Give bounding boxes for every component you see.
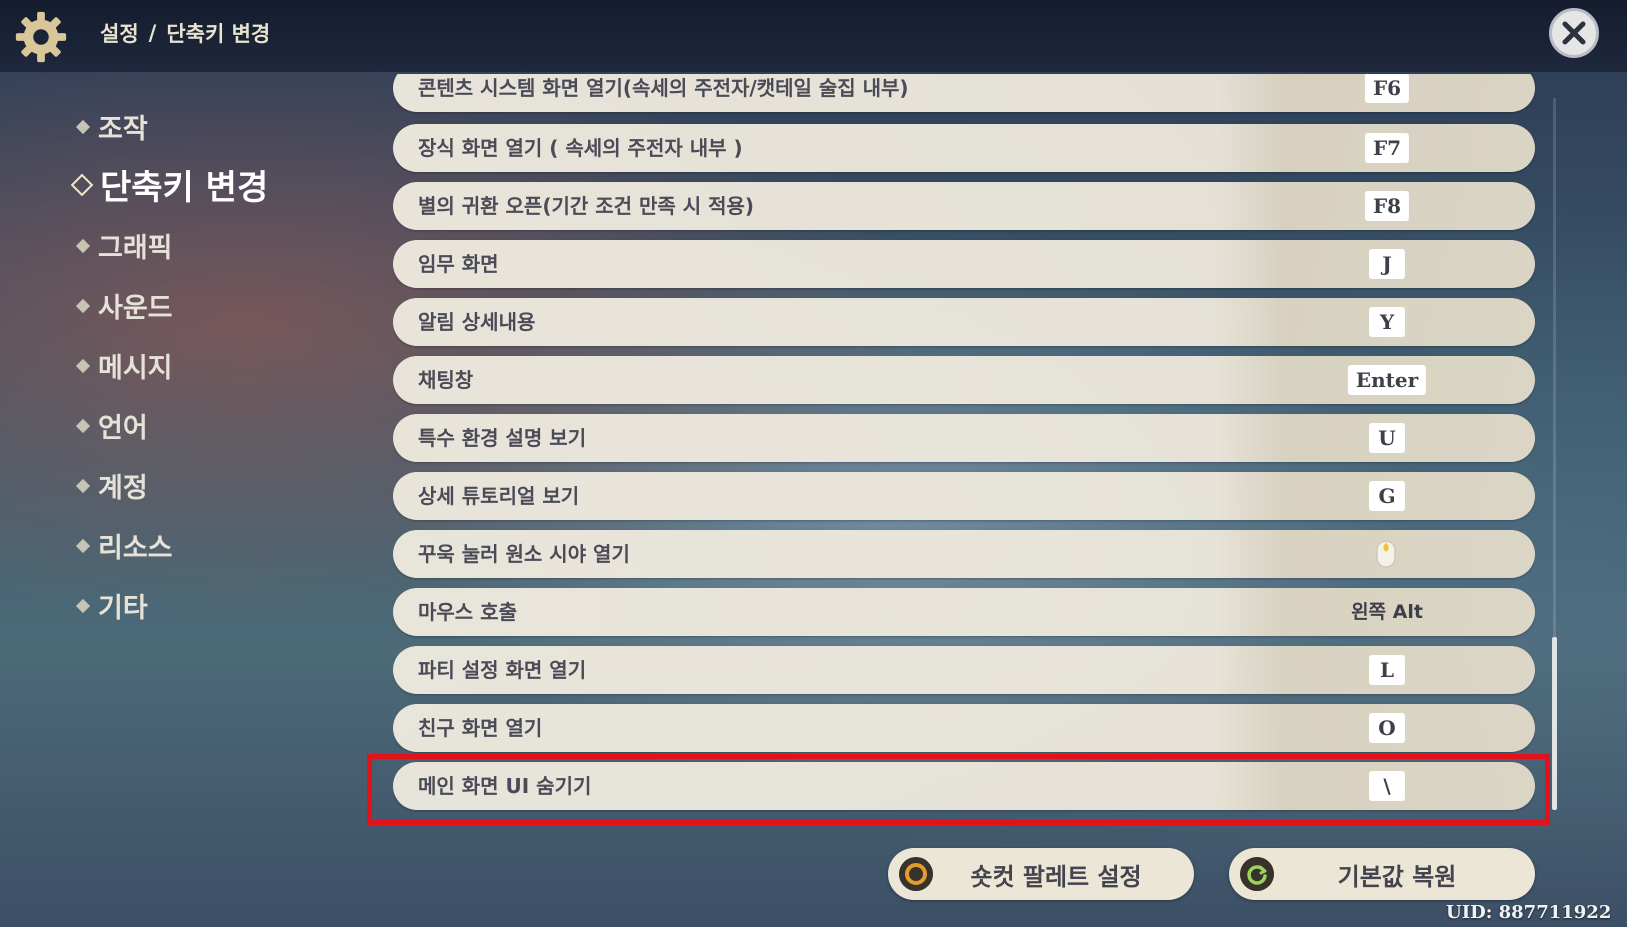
keybind-action-label: 콘텐츠 시스템 화면 열기(속세의 주전자/캣테일 술집 내부) — [418, 76, 909, 100]
breadcrumb-root[interactable]: 설정 — [100, 18, 139, 48]
sidebar-item-language[interactable]: 언어 — [75, 406, 148, 445]
scrollbar-thumb[interactable] — [1552, 637, 1557, 810]
refresh-icon — [1240, 857, 1274, 891]
keybind-action-label: 임무 화면 — [418, 252, 499, 276]
keybind-row[interactable]: 장식 화면 열기 ( 속세의 주전자 내부 ) F7 — [393, 124, 1535, 172]
keybind-key[interactable]: 왼쪽 Alt — [1351, 597, 1423, 627]
sidebar-item-other[interactable]: 기타 — [75, 586, 148, 625]
sidebar-item-sound[interactable]: 사운드 — [75, 286, 173, 325]
close-button[interactable] — [1549, 8, 1599, 58]
keybind-action-label: 알림 상세내용 — [418, 310, 536, 334]
keybind-action-label: 친구 화면 열기 — [418, 716, 543, 740]
keybind-list: 콘텐츠 시스템 화면 열기(속세의 주전자/캣테일 술집 내부) F6 장식 화… — [393, 74, 1535, 820]
keybind-key[interactable]: O — [1369, 713, 1405, 743]
keybind-action-label: 채팅창 — [418, 368, 474, 392]
keybind-row[interactable]: 상세 튜토리얼 보기 G — [393, 472, 1535, 520]
keybind-row[interactable]: 꾸욱 눌러 원소 시야 열기 — [393, 530, 1535, 578]
keybind-row[interactable]: 특수 환경 설명 보기 U — [393, 414, 1535, 462]
diamond-bullet-icon — [75, 298, 91, 313]
sidebar-item-controls[interactable]: 조작 — [75, 107, 148, 146]
diamond-bullet-icon — [75, 418, 91, 433]
uid-label: UID: 887711922 — [1446, 902, 1612, 923]
keybind-key[interactable]: F8 — [1364, 191, 1410, 221]
sidebar-item-account[interactable]: 계정 — [75, 466, 148, 505]
keybind-row[interactable]: 알림 상세내용 Y — [393, 298, 1535, 346]
shortcut-palette-button[interactable]: 숏컷 팔레트 설정 — [888, 848, 1194, 900]
diamond-bullet-icon — [75, 119, 91, 134]
keybind-action-label: 별의 귀환 오픈(기간 조건 만족 시 적용) — [418, 194, 755, 218]
keybind-key[interactable]: J — [1369, 249, 1405, 279]
palette-icon — [899, 857, 933, 891]
keybind-row[interactable]: 별의 귀환 오픈(기간 조건 만족 시 적용) F8 — [393, 182, 1535, 230]
diamond-bullet-icon — [75, 538, 91, 553]
keybind-action-label: 상세 튜토리얼 보기 — [418, 484, 580, 508]
sidebar-item-keybinds[interactable]: 단축키 변경 — [70, 160, 268, 209]
keybind-row[interactable]: 파티 설정 화면 열기 L — [393, 646, 1535, 694]
restore-default-label: 기본값 복원 — [1337, 862, 1457, 891]
restore-default-button[interactable]: 기본값 복원 — [1229, 848, 1535, 900]
keybind-action-label: 파티 설정 화면 열기 — [418, 658, 587, 682]
diamond-bullet-icon — [75, 238, 91, 253]
keybind-key[interactable]: G — [1369, 481, 1405, 511]
sidebar-item-graphics[interactable]: 그래픽 — [75, 226, 173, 265]
keybind-row[interactable]: 임무 화면 J — [393, 240, 1535, 288]
keybind-key[interactable]: L — [1369, 655, 1405, 685]
diamond-outline-icon — [70, 173, 94, 196]
keybind-action-label: 특수 환경 설명 보기 — [418, 426, 587, 450]
keybind-action-label: 마우스 호출 — [418, 600, 517, 624]
top-bar: 설정 / 단축키 변경 — [0, 0, 1627, 72]
shortcut-palette-label: 숏컷 팔레트 설정 — [970, 862, 1142, 891]
keybind-action-label: 장식 화면 열기 ( 속세의 주전자 내부 ) — [418, 136, 743, 160]
close-x-icon — [1562, 21, 1586, 45]
breadcrumb-current: 단축키 변경 — [166, 22, 271, 46]
diamond-bullet-icon — [75, 358, 91, 373]
sidebar-item-resources[interactable]: 리소스 — [75, 526, 173, 565]
keybind-key[interactable]: F7 — [1364, 133, 1410, 163]
keybind-key[interactable]: Enter — [1347, 365, 1427, 395]
keybind-key[interactable]: U — [1369, 423, 1405, 453]
highlight-box — [367, 754, 1550, 825]
diamond-bullet-icon — [75, 598, 91, 613]
breadcrumb-separator: / — [148, 21, 157, 45]
keybind-action-label: 꾸욱 눌러 원소 시야 열기 — [418, 542, 630, 566]
keybind-key[interactable]: F6 — [1364, 74, 1410, 103]
keybind-key[interactable]: Y — [1369, 307, 1405, 337]
keybind-row[interactable]: 친구 화면 열기 O — [393, 704, 1535, 752]
keybind-row[interactable]: 채팅창 Enter — [393, 356, 1535, 404]
breadcrumb: 설정 / 단축키 변경 — [100, 18, 270, 48]
diamond-bullet-icon — [75, 478, 91, 493]
gear-icon — [15, 11, 67, 63]
keybind-row[interactable]: 마우스 호출 왼쪽 Alt — [393, 588, 1535, 636]
keybind-row[interactable]: 콘텐츠 시스템 화면 열기(속세의 주전자/캣테일 술집 내부) F6 — [393, 74, 1535, 112]
mouse-middle-button-icon[interactable] — [1375, 539, 1397, 569]
sidebar-item-messages[interactable]: 메시지 — [75, 346, 173, 385]
